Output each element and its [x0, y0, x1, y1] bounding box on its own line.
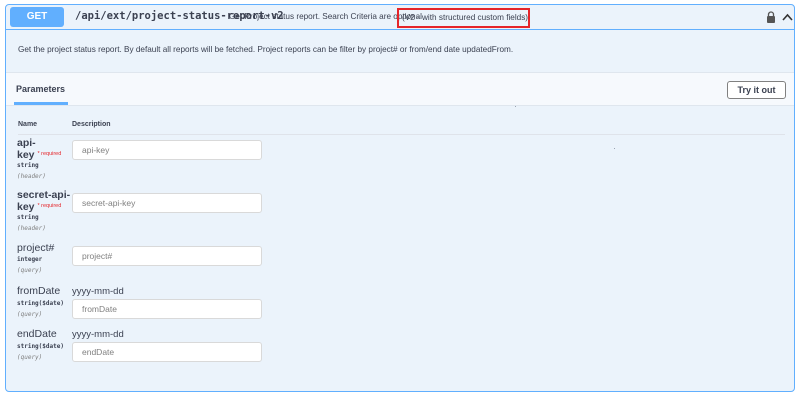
- summary-description: Get Project status report. Search Criter…: [229, 12, 422, 21]
- parameter-name: endDate: [17, 328, 57, 340]
- column-header-name: Name: [18, 121, 38, 128]
- project-number-input[interactable]: [72, 246, 262, 266]
- parameter-type: string: [17, 214, 39, 221]
- operation-block: GET /api/ext/project-status-report-v2 Ge…: [5, 4, 795, 392]
- try-it-out-button[interactable]: Try it out: [727, 81, 786, 99]
- parameter-location: (query): [17, 267, 43, 274]
- parameter-name: project#: [17, 242, 55, 254]
- required-marker: * required: [37, 151, 62, 157]
- chevron-up-icon[interactable]: [782, 13, 793, 21]
- parameter-location: (header): [17, 225, 46, 232]
- parameter-location: (header): [17, 173, 46, 180]
- tab-parameters[interactable]: Parameters: [16, 84, 65, 94]
- parameter-name: api- key * required: [17, 137, 62, 161]
- summary-note-highlight: (V2 - with structured custom fields): [397, 8, 530, 28]
- end-date-input[interactable]: [72, 342, 262, 362]
- operation-description: Get the project status report. By defaul…: [18, 45, 514, 54]
- parameter-format: yyyy-mm-dd: [72, 286, 124, 297]
- method-badge: GET: [10, 7, 64, 27]
- lock-icon[interactable]: [766, 11, 776, 23]
- secret-api-key-input[interactable]: [72, 193, 262, 213]
- parameter-type: string($date): [17, 343, 64, 350]
- operation-summary[interactable]: GET /api/ext/project-status-report-v2 Ge…: [6, 5, 794, 30]
- parameter-name: fromDate: [17, 285, 61, 297]
- parameter-type: string($date): [17, 300, 64, 307]
- parameter-type: integer: [17, 256, 43, 263]
- column-divider: [18, 134, 785, 135]
- parameter-location: (query): [17, 354, 43, 361]
- column-header-description: Description: [72, 121, 111, 128]
- required-marker: * required: [37, 203, 62, 209]
- decorative-dot: [515, 106, 516, 107]
- parameter-name: secret-api- key * required: [17, 189, 71, 213]
- parameter-location: (query): [17, 311, 43, 318]
- parameters-header: Parameters Try it out: [6, 72, 794, 106]
- decorative-dot: [614, 148, 615, 149]
- tab-active-underline: [14, 102, 68, 105]
- parameter-type: string: [17, 162, 39, 169]
- parameter-format: yyyy-mm-dd: [72, 329, 124, 340]
- from-date-input[interactable]: [72, 299, 262, 319]
- api-key-input[interactable]: [72, 140, 262, 160]
